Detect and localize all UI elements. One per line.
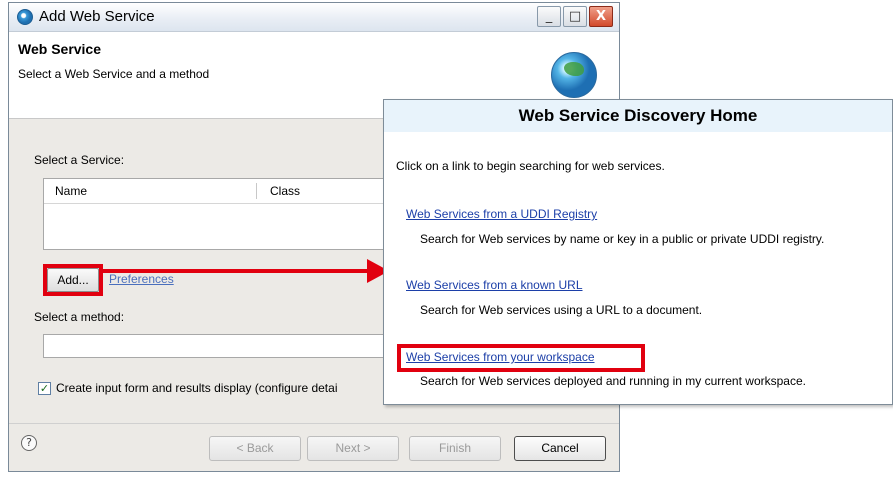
callout-arrow-line <box>101 269 369 273</box>
add-button-highlight <box>43 264 103 296</box>
method-field[interactable] <box>43 334 403 358</box>
create-form-checkbox[interactable]: ✓ <box>38 382 51 395</box>
select-method-label: Select a method: <box>34 310 125 324</box>
known-url-link[interactable]: Web Services from a known URL <box>406 278 583 292</box>
column-header-class[interactable]: Class <box>270 179 300 203</box>
select-service-label: Select a Service: <box>34 153 125 167</box>
uddi-registry-description: Search for Web services by name or key i… <box>420 232 825 246</box>
known-url-description: Search for Web services using a URL to a… <box>420 303 703 317</box>
footer-divider <box>9 423 619 424</box>
minimize-button[interactable]: _ <box>537 6 561 27</box>
close-button[interactable]: X <box>589 6 613 27</box>
column-header-name[interactable]: Name <box>55 179 87 203</box>
workspace-description: Search for Web services deployed and run… <box>420 374 806 388</box>
create-form-checkbox-label: Create input form and results display (c… <box>56 381 338 395</box>
page-subtitle: Select a Web Service and a method <box>18 67 210 81</box>
title-bar[interactable]: Add Web Service _ □ X <box>9 3 619 32</box>
column-divider[interactable] <box>256 183 257 199</box>
help-icon[interactable]: ? <box>21 435 37 451</box>
discovery-title: Web Service Discovery Home <box>384 100 892 132</box>
cancel-button[interactable]: Cancel <box>514 436 606 461</box>
page-title: Web Service <box>18 41 102 57</box>
workspace-link-highlight <box>397 344 645 372</box>
eclipse-app-icon <box>17 9 33 25</box>
table-header-row <box>44 179 404 204</box>
maximize-button[interactable]: □ <box>563 6 587 27</box>
preferences-link[interactable]: Preferences <box>109 272 174 286</box>
next-button[interactable]: Next > <box>307 436 399 461</box>
uddi-registry-link[interactable]: Web Services from a UDDI Registry <box>406 207 597 221</box>
finish-button[interactable]: Finish <box>409 436 501 461</box>
window-title: Add Web Service <box>39 8 155 25</box>
web-service-discovery-panel: Web Service Discovery Home Click on a li… <box>383 99 893 405</box>
globe-land-decoration <box>564 62 584 76</box>
back-button[interactable]: < Back <box>209 436 301 461</box>
service-table[interactable]: Name Class <box>43 178 404 250</box>
discovery-intro: Click on a link to begin searching for w… <box>396 159 665 173</box>
